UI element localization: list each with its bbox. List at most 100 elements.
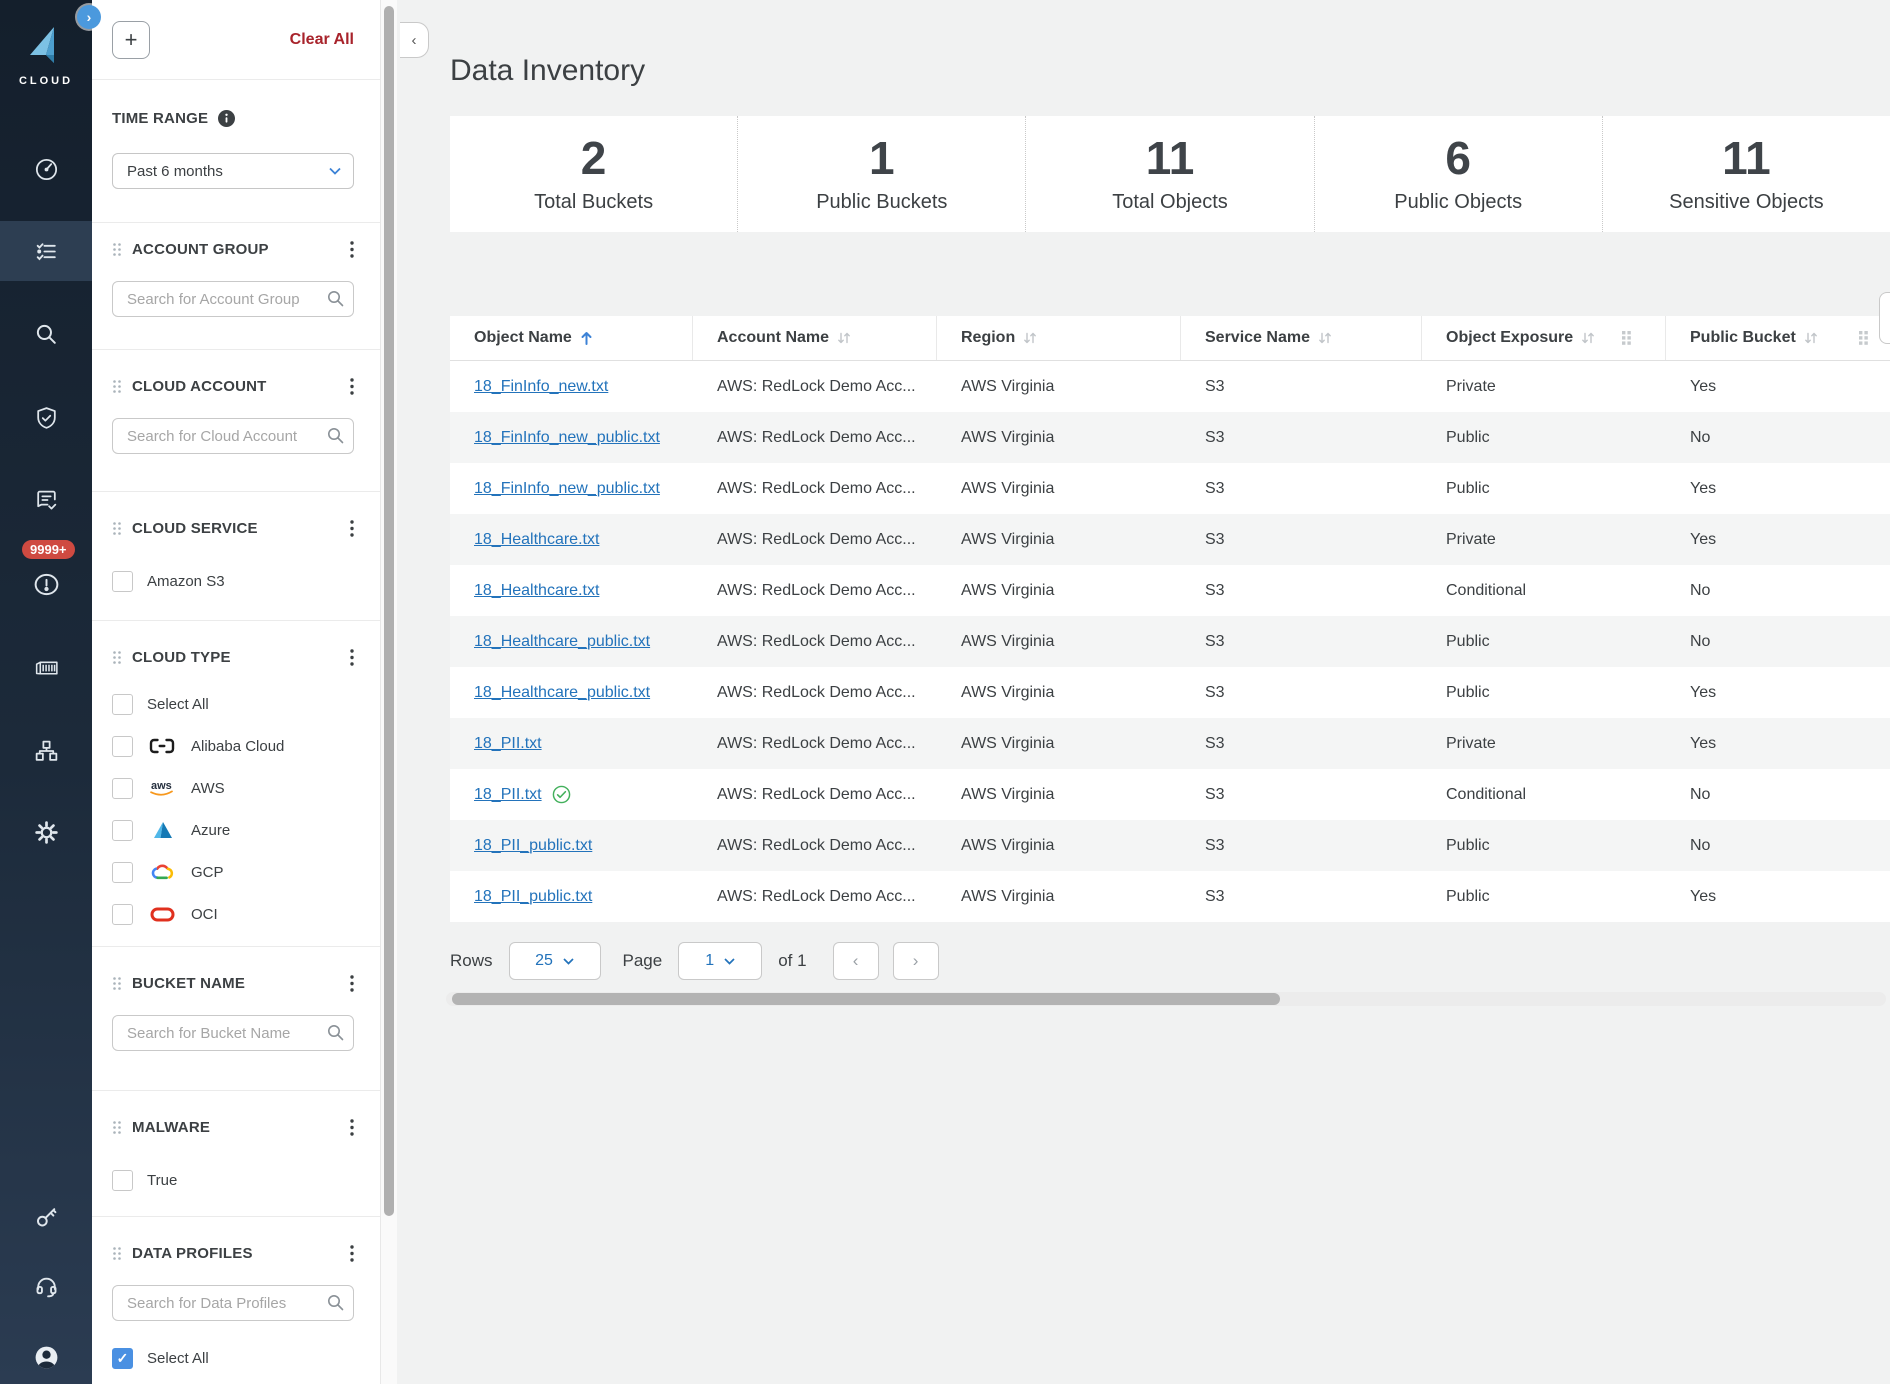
gear-icon[interactable]: [0, 812, 92, 852]
checkbox[interactable]: [112, 736, 133, 757]
cloud-type-option-azure[interactable]: Azure: [112, 809, 354, 851]
prisma-cloud-logo[interactable]: CLOUD: [0, 26, 92, 87]
column-header-public-bucket[interactable]: Public Bucket: [1666, 316, 1890, 360]
drag-handle-icon[interactable]: [112, 650, 122, 665]
info-icon[interactable]: [218, 110, 235, 127]
checkbox[interactable]: [112, 778, 133, 799]
column-header-service-name[interactable]: Service Name: [1181, 316, 1422, 360]
table-row[interactable]: 18_Healthcare.txt AWS: RedLock Demo Acc.…: [450, 514, 1890, 565]
table-row[interactable]: 18_PII.txt AWS: RedLock Demo Acc... AWS …: [450, 769, 1890, 820]
time-range-dropdown[interactable]: Past 6 months: [112, 153, 354, 189]
column-drag-handle-icon[interactable]: [1622, 331, 1631, 345]
object-name-link[interactable]: 18_Healthcare.txt: [474, 582, 599, 600]
drag-handle-icon[interactable]: [112, 976, 122, 991]
cloud-account-search-input[interactable]: [112, 418, 354, 454]
key-icon[interactable]: [0, 1197, 92, 1237]
kebab-menu-icon[interactable]: [350, 975, 354, 992]
object-name-link[interactable]: 18_PII.txt: [474, 786, 542, 804]
drag-handle-icon[interactable]: [112, 1246, 122, 1261]
object-name-link[interactable]: 18_PII.txt: [474, 735, 542, 753]
checkbox[interactable]: [112, 904, 133, 925]
filter-panel-toolbar: + Clear All: [92, 0, 380, 80]
checkbox[interactable]: [112, 820, 133, 841]
kebab-menu-icon[interactable]: [350, 1119, 354, 1136]
data-profiles-search-input[interactable]: [112, 1285, 354, 1321]
data-profiles-select-all[interactable]: ✓ Select All: [112, 1337, 354, 1379]
page-dropdown[interactable]: 1: [678, 942, 762, 980]
object-name-link[interactable]: 18_PII_public.txt: [474, 888, 592, 906]
cloud-type-option-oci[interactable]: OCI: [112, 893, 354, 935]
object-name-link[interactable]: 18_PII_public.txt: [474, 837, 592, 855]
scrollbar-thumb[interactable]: [384, 6, 394, 1216]
section-title: MALWARE: [132, 1119, 210, 1136]
sidebar: CLOUD: [0, 0, 92, 1384]
checkbox-checked[interactable]: ✓: [112, 1348, 133, 1369]
report-check-icon[interactable]: [0, 480, 92, 520]
rows-per-page-dropdown[interactable]: 25: [509, 942, 601, 980]
column-drag-handle-icon[interactable]: [1859, 331, 1868, 345]
previous-page-button[interactable]: ‹: [833, 942, 879, 980]
checkbox[interactable]: [112, 862, 133, 883]
cloud-type-option-aws[interactable]: aws AWS: [112, 767, 354, 809]
kebab-menu-icon[interactable]: [350, 241, 354, 258]
profile-icon[interactable]: [0, 1337, 92, 1377]
object-name-link[interactable]: 18_FinInfo_new_public.txt: [474, 480, 660, 498]
shield-check-icon[interactable]: [0, 398, 92, 438]
object-name-link[interactable]: 18_Healthcare_public.txt: [474, 684, 650, 702]
svg-text:aws: aws: [151, 780, 172, 792]
column-settings-button-partial[interactable]: [1879, 292, 1890, 344]
drag-handle-icon[interactable]: [112, 521, 122, 536]
table-row[interactable]: 18_FinInfo_new_public.txt AWS: RedLock D…: [450, 463, 1890, 514]
alert-icon[interactable]: [0, 564, 92, 604]
search-icon[interactable]: [0, 314, 92, 354]
add-filter-button[interactable]: +: [112, 21, 150, 59]
sidebar-expand-badge[interactable]: ›: [77, 5, 101, 29]
column-header-account-name[interactable]: Account Name: [693, 316, 937, 360]
section-title: CLOUD SERVICE: [132, 520, 258, 537]
bucket-name-search-input[interactable]: [112, 1015, 354, 1051]
table-row[interactable]: 18_Healthcare_public.txt AWS: RedLock De…: [450, 667, 1890, 718]
drag-handle-icon[interactable]: [112, 242, 122, 257]
table-row[interactable]: 18_FinInfo_new.txt AWS: RedLock Demo Acc…: [450, 361, 1890, 412]
object-name-link[interactable]: 18_FinInfo_new.txt: [474, 378, 608, 396]
table-row[interactable]: 18_PII_public.txt AWS: RedLock Demo Acc.…: [450, 871, 1890, 922]
kebab-menu-icon[interactable]: [350, 520, 354, 537]
checkbox[interactable]: [112, 1170, 133, 1191]
kebab-menu-icon[interactable]: [350, 649, 354, 666]
scrollbar-thumb[interactable]: [452, 993, 1280, 1005]
column-header-object-name[interactable]: Object Name: [450, 316, 693, 360]
next-page-button[interactable]: ›: [893, 942, 939, 980]
cloud-type-option-alibaba[interactable]: Alibaba Cloud: [112, 725, 354, 767]
kebab-menu-icon[interactable]: [350, 1245, 354, 1262]
speedometer-icon[interactable]: [0, 149, 92, 189]
drag-handle-icon[interactable]: [112, 1120, 122, 1135]
column-header-object-exposure[interactable]: Object Exposure: [1422, 316, 1666, 360]
table-row[interactable]: 18_PII_public.txt AWS: RedLock Demo Acc.…: [450, 820, 1890, 871]
table-row[interactable]: 18_Healthcare_public.txt AWS: RedLock De…: [450, 616, 1890, 667]
cloud-type-option-select-all[interactable]: Select All: [112, 683, 354, 725]
table-row[interactable]: 18_FinInfo_new_public.txt AWS: RedLock D…: [450, 412, 1890, 463]
horizontal-scrollbar: [446, 992, 1886, 1006]
pagination: Rows 25 Page 1 of 1 ‹ ›: [450, 941, 953, 981]
section-title: CLOUD TYPE: [132, 649, 231, 666]
checkbox[interactable]: [112, 694, 133, 715]
object-name-link[interactable]: 18_Healthcare_public.txt: [474, 633, 650, 651]
cloud-type-option-gcp[interactable]: GCP: [112, 851, 354, 893]
malware-option-true[interactable]: True: [112, 1159, 354, 1201]
checkbox[interactable]: [112, 571, 133, 592]
table-row[interactable]: 18_Healthcare.txt AWS: RedLock Demo Acc.…: [450, 565, 1890, 616]
kebab-menu-icon[interactable]: [350, 378, 354, 395]
cloud-service-option[interactable]: Amazon S3: [112, 560, 354, 602]
headset-icon[interactable]: [0, 1267, 92, 1307]
object-name-link[interactable]: 18_Healthcare.txt: [474, 531, 599, 549]
account-group-search-input[interactable]: [112, 281, 354, 317]
clear-all-button[interactable]: Clear All: [290, 31, 354, 49]
collapse-panel-button[interactable]: ‹: [400, 22, 429, 58]
table-row[interactable]: 18_PII.txt AWS: RedLock Demo Acc... AWS …: [450, 718, 1890, 769]
network-icon[interactable]: [0, 730, 92, 770]
column-header-region[interactable]: Region: [937, 316, 1181, 360]
object-name-link[interactable]: 18_FinInfo_new_public.txt: [474, 429, 660, 447]
checklist-icon[interactable]: [0, 231, 92, 271]
drag-handle-icon[interactable]: [112, 379, 122, 394]
container-icon[interactable]: [0, 647, 92, 687]
